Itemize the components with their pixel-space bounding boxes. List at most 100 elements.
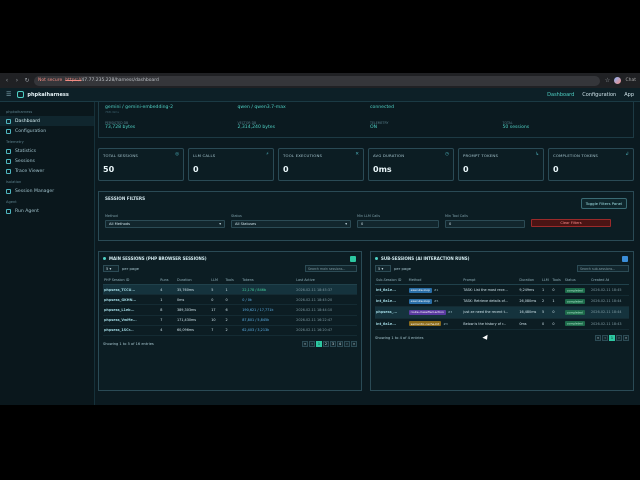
sessions-panels: MAIN SESSIONS (PHP BROWSER SESSIONS) 5 ▾…	[98, 251, 634, 391]
toggle-filters-button[interactable]: Toggle Filters Panel	[580, 198, 627, 209]
sidebar-item-dashboard[interactable]: Dashboard	[0, 116, 94, 126]
back-icon[interactable]: ‹	[4, 77, 10, 84]
table-row[interactable]: int_6a1e... execute-loop #5 TASK: Retriev…	[375, 295, 629, 308]
stat-label: COMPLETION TOKENS	[553, 153, 599, 158]
profile-avatar[interactable]	[614, 77, 622, 84]
page-first[interactable]: «	[302, 340, 308, 347]
refresh-icon[interactable]	[350, 256, 356, 262]
cell-session-id: phpsess_GKHN...	[103, 294, 160, 306]
col-runs[interactable]: Runs	[159, 276, 176, 285]
cell-duration: 0ms	[175, 294, 211, 306]
cell-status: completed	[563, 318, 590, 330]
profile-label[interactable]: Chat	[625, 78, 636, 83]
cell-tools: 0	[224, 294, 242, 306]
table-row[interactable]: phpsess_TCCU... 4 35,760ms 5 1 22,178 / …	[103, 284, 357, 296]
main-search-input[interactable]: Search main sessions...	[305, 265, 357, 272]
sidebar-item-sessions[interactable]: Sessions	[0, 156, 94, 166]
cell-last-active: 2026-02-11 18:44:10	[295, 304, 357, 316]
star-icon[interactable]: ☆	[604, 77, 610, 84]
page-1[interactable]: 1	[609, 334, 615, 341]
page-1[interactable]: 1	[316, 340, 322, 347]
stat-value: 0	[553, 165, 559, 174]
col-sub-session-id[interactable]: Sub-Session ID	[375, 276, 408, 285]
cell-prompt: just ze need the recent t...	[462, 306, 519, 319]
reload-icon[interactable]: ↻	[24, 77, 30, 84]
status-dot-icon	[375, 257, 378, 260]
sidebar-item-statistics[interactable]: Statistics	[0, 146, 94, 156]
col-method[interactable]: Method	[407, 276, 463, 285]
table-row[interactable]: int_6a1e... execute-loop #1 TASK: List th…	[375, 284, 629, 297]
col-tools[interactable]: Tools	[551, 276, 564, 285]
col-tokens[interactable]: Tokens	[241, 276, 296, 285]
table-row[interactable]: phpsess_VwMe... 7 171,430ms 10 2 87,801 …	[103, 315, 357, 326]
brand[interactable]: phpkaiharness	[17, 91, 69, 98]
status-select[interactable]: All Statuses ▾	[231, 220, 351, 228]
page-first[interactable]: «	[595, 334, 601, 341]
page-prev[interactable]: ‹	[309, 340, 315, 347]
page-next[interactable]: ›	[344, 340, 350, 347]
page-prev[interactable]: ‹	[602, 334, 608, 341]
cell-runs: 4	[159, 325, 176, 336]
cell-created: 2026-02-11 18:45	[589, 284, 629, 297]
address-bar[interactable]: Not secure https://47.77.235.228/harness…	[34, 75, 601, 86]
status-dot-icon	[103, 257, 106, 260]
refresh-icon[interactable]	[622, 256, 628, 262]
prompt-icon: ↳	[535, 152, 539, 157]
app-title: phpkaiharness	[27, 91, 69, 98]
cell-last-active: 2026-02-11 18:45:20	[295, 294, 357, 306]
dashboard-icon	[6, 118, 11, 124]
col-php-session-id[interactable]: PHP Session ID	[103, 276, 160, 285]
main-per-page-select[interactable]: 5 ▾	[103, 265, 119, 272]
menu-icon[interactable]: ☰	[6, 91, 11, 98]
method-label: Method	[105, 214, 118, 218]
letterbox-top	[0, 0, 640, 73]
cell-created: 2026-02-11 18:44	[589, 306, 629, 319]
cell-tools: 0	[551, 306, 564, 319]
min-llm-input[interactable]: 0	[357, 220, 439, 228]
cell-tokens: 0 / 0k	[241, 294, 296, 306]
sidebar-item-run-agent[interactable]: Run Agent	[0, 206, 94, 216]
col-llm[interactable]: LLM	[540, 276, 552, 285]
col-status[interactable]: Status	[563, 276, 590, 285]
page-2[interactable]: 2	[323, 340, 329, 347]
col-prompt[interactable]: Prompt	[462, 276, 519, 285]
col-duration[interactable]: Duration	[518, 276, 541, 285]
forward-icon[interactable]: ›	[14, 77, 20, 84]
sidebar-item-configuration[interactable]: Configuration	[0, 126, 94, 136]
chevron-down-icon: ▾	[219, 222, 221, 226]
nav-configuration[interactable]: Configuration	[582, 92, 616, 98]
nav-app[interactable]: App	[624, 92, 634, 98]
page-4[interactable]: 4	[337, 340, 343, 347]
table-row[interactable]: phpsess_L1eb... 8 389,303ms 17 6 190,621…	[103, 304, 357, 316]
col-llm[interactable]: LLM	[210, 276, 225, 285]
cell-llm: 2	[540, 295, 552, 308]
table-row[interactable]: phpsess_GKHN... 1 0ms 0 0 0 / 0k 2026-02…	[103, 294, 357, 306]
cell-llm: 10	[210, 315, 225, 326]
stat-card-prompt-tokens: PROMPT TOKENS 0 ↳	[458, 148, 544, 181]
col-tools[interactable]: Tools	[224, 276, 242, 285]
page-3[interactable]: 3	[330, 340, 336, 347]
page-last[interactable]: »	[351, 340, 357, 347]
sidebar-item-session-manager[interactable]: Session Manager	[0, 186, 94, 196]
nav-dashboard[interactable]: Dashboard	[547, 92, 574, 98]
system-info-card: gemini / gemini-embedding-2 768 dims qwe…	[98, 102, 634, 138]
cell-runs: 8	[159, 304, 176, 316]
col-last-active[interactable]: Last Active	[295, 276, 357, 285]
sub-search-input[interactable]: Search sub-sessions...	[577, 265, 629, 272]
table-row[interactable]: phpsess_... route-classified-action #3 ju…	[375, 306, 629, 319]
cell-created: 2026-02-11 18:44	[589, 295, 629, 308]
table-row[interactable]: phpsess_1SCr... 4 60,096ms 7 2 62,403 / …	[103, 325, 357, 336]
stat-value: 0	[283, 165, 289, 174]
status-badge: completed	[564, 287, 585, 293]
sub-per-page-select[interactable]: 5 ▾	[375, 265, 391, 272]
method-select[interactable]: All Methods ▾	[105, 220, 225, 228]
not-secure-badge[interactable]: Not secure	[38, 78, 62, 83]
page-next[interactable]: ›	[616, 334, 622, 341]
table-row[interactable]: int_6a1e... semantic-cache-hit #3 Below i…	[375, 318, 629, 330]
col-duration[interactable]: Duration	[175, 276, 211, 285]
col-created-at[interactable]: Created At	[589, 276, 629, 285]
page-last[interactable]: »	[623, 334, 629, 341]
min-tool-input[interactable]: 0	[445, 220, 525, 228]
sidebar-item-trace-viewer[interactable]: Trace Viewer	[0, 166, 94, 176]
clear-filters-button[interactable]: Clear Filters	[531, 219, 611, 227]
